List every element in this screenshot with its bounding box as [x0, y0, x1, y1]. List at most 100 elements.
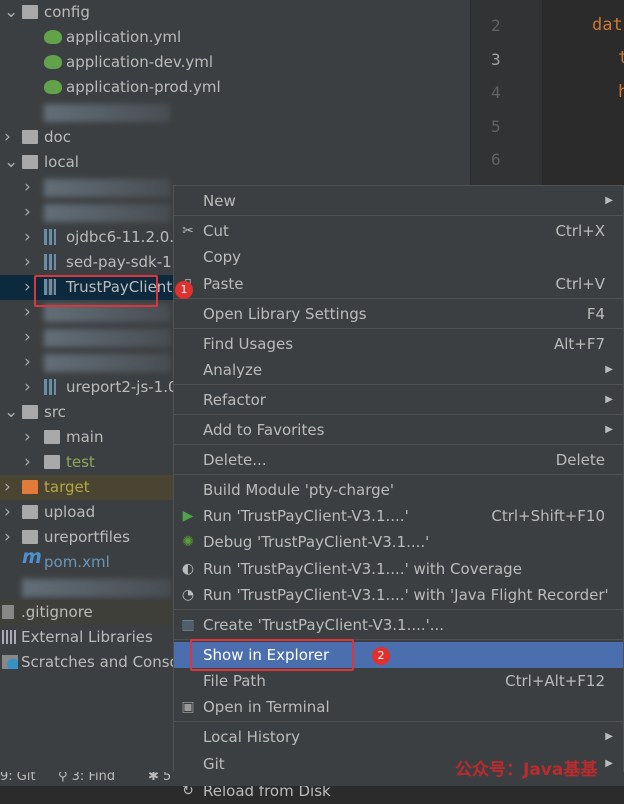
- chevron-right-icon[interactable]: ›: [24, 300, 31, 325]
- menu-item-file-path[interactable]: File Path Ctrl+Alt+F12: [174, 668, 623, 694]
- menu-item-open-library-settings[interactable]: Open Library Settings F4: [174, 301, 623, 327]
- tree-item[interactable]: ⌄ config: [0, 0, 470, 25]
- menu-item-label: Copy: [203, 248, 242, 266]
- debug-icon: ✺: [182, 534, 194, 550]
- menu-item-local-history[interactable]: Local History ▶: [174, 724, 623, 750]
- chevron-right-icon[interactable]: ›: [24, 225, 31, 250]
- libraries-icon: [2, 630, 18, 644]
- spring-yml-icon: [44, 80, 62, 94]
- tree-item-label: .gitignore: [21, 603, 93, 621]
- maven-icon: m: [22, 546, 42, 568]
- chevron-right-icon[interactable]: ›: [4, 125, 11, 150]
- code-text: dat: [592, 15, 623, 35]
- menu-item-run-trustpayclient-v3-1[interactable]: ▶ Run 'TrustPayClient-V3.1....' Ctrl+Shift…: [174, 503, 623, 529]
- menu-item-new[interactable]: New ▶: [174, 188, 623, 214]
- chevron-right-icon[interactable]: ›: [24, 325, 31, 350]
- menu-item-label: Delete...: [203, 451, 267, 469]
- menu-item-label: Run 'TrustPayClient-V3.1....' with 'Java…: [203, 586, 609, 604]
- blurred-label: [44, 354, 170, 372]
- step-badge-1: 1: [175, 281, 193, 299]
- jar-icon: [44, 254, 56, 270]
- folder-excluded-icon: [22, 480, 38, 494]
- menu-item-copy[interactable]: Copy: [174, 244, 623, 270]
- line-number: 2: [491, 16, 501, 35]
- menu-item-label: Find Usages: [203, 335, 294, 353]
- find-label: 3: Find: [71, 772, 116, 784]
- tree-item[interactable]: ⌄ local: [0, 150, 470, 175]
- submenu-arrow-icon: ▶: [605, 364, 613, 375]
- chevron-down-icon[interactable]: ⌄: [4, 0, 18, 25]
- chevron-right-icon[interactable]: ›: [4, 500, 11, 525]
- menu-item-analyze[interactable]: Analyze ▶: [174, 357, 623, 383]
- profiler-icon: ◔: [181, 587, 195, 603]
- menu-item-refactor[interactable]: Refactor ▶: [174, 387, 623, 413]
- highlight-box-trustpayclient: [34, 275, 158, 307]
- chevron-right-icon[interactable]: ›: [24, 250, 31, 275]
- menu-item-find-usages[interactable]: Find Usages Alt+F7: [174, 331, 623, 357]
- menu-item-debug-trustpayclient-v3-1[interactable]: ✺ Debug 'TrustPayClient-V3.1....': [174, 529, 623, 555]
- chevron-right-icon[interactable]: ›: [24, 375, 31, 400]
- menu-separator: [174, 721, 623, 722]
- menu-item-run-trustpayclient-v3-1-with-coverage[interactable]: ◐ Run 'TrustPayClient-V3.1....' with Cove…: [174, 556, 623, 582]
- tree-item[interactable]: application-prod.yml: [0, 75, 470, 100]
- git-tool-tab[interactable]: 9: Git: [0, 772, 36, 784]
- highlight-box-show-in-explorer: [190, 639, 354, 671]
- tree-item[interactable]: [0, 100, 470, 125]
- menu-item-open-in-terminal[interactable]: ▣ Open in Terminal: [174, 694, 623, 720]
- blurred-label: [44, 204, 170, 222]
- menu-item-shortcut: Ctrl+Shift+F10: [491, 507, 605, 525]
- menu-item-label: Run 'TrustPayClient-V3.1....' with Cover…: [203, 560, 522, 578]
- menu-separator: [174, 215, 623, 216]
- folder-icon: [44, 430, 60, 444]
- tree-item-label: upload: [44, 503, 96, 521]
- menu-item-label: File Path: [203, 672, 266, 690]
- blurred-label: [44, 329, 170, 347]
- menu-item-label: Create 'TrustPayClient-V3.1....'...: [203, 616, 445, 634]
- chevron-right-icon[interactable]: ›: [24, 450, 31, 475]
- menu-item-cut[interactable]: ✂ Cut Ctrl+X: [174, 218, 623, 244]
- menu-item-label: Cut: [203, 222, 229, 240]
- menu-item-label: Run 'TrustPayClient-V3.1....': [203, 507, 409, 525]
- chevron-down-icon[interactable]: ⌄: [4, 400, 18, 425]
- submenu-arrow-icon: ▶: [605, 424, 613, 435]
- watermark: 公众号：Java基基: [455, 760, 598, 780]
- menu-item-label: Debug 'TrustPayClient-V3.1....': [203, 533, 430, 551]
- folder-icon: [44, 455, 60, 469]
- tree-item[interactable]: › doc: [0, 125, 470, 150]
- run-config-icon: ▥: [181, 617, 195, 633]
- blurred-label: [44, 179, 170, 197]
- chevron-right-icon[interactable]: ›: [24, 200, 31, 225]
- menu-item-add-to-favorites[interactable]: Add to Favorites ▶: [174, 417, 623, 443]
- menu-item-label: Open in Terminal: [203, 698, 330, 716]
- menu-item-label: Refactor: [203, 391, 266, 409]
- menu-item-paste[interactable]: ▯PasteCtrl+V: [174, 271, 623, 297]
- find-tool-tab[interactable]: ⚲ 3: Find: [58, 772, 115, 784]
- tree-item-label: ojdbc6-11.2.0.: [66, 228, 175, 246]
- chevron-right-icon[interactable]: ›: [4, 525, 11, 550]
- menu-item-shortcut: F4: [586, 305, 605, 323]
- tree-item[interactable]: application.yml: [0, 25, 470, 50]
- chevron-right-icon[interactable]: ›: [24, 350, 31, 375]
- chevron-right-icon[interactable]: ›: [24, 425, 31, 450]
- menu-separator: [174, 298, 623, 299]
- menu-item-create-trustpayclient-v3-1[interactable]: ▥ Create 'TrustPayClient-V3.1....'...: [174, 612, 623, 638]
- menu-item-delete[interactable]: Delete... Delete: [174, 447, 623, 473]
- jar-icon: [44, 379, 56, 395]
- tree-item-label: application.yml: [66, 28, 182, 46]
- debug-tool-tab[interactable]: ✱ 5: [148, 772, 171, 784]
- tree-item-label: application-prod.yml: [66, 78, 221, 96]
- menu-item-build-module-pty-charge[interactable]: Build Module 'pty-charge': [174, 477, 623, 503]
- line-number: 5: [491, 116, 501, 136]
- tree-item[interactable]: application-dev.yml: [0, 50, 470, 75]
- chevron-right-icon[interactable]: ›: [4, 475, 11, 500]
- chevron-right-icon[interactable]: ›: [24, 275, 31, 300]
- tree-item-label: sed-pay-sdk-1.: [66, 253, 177, 271]
- menu-item-run-trustpayclient-v3-1-with-java-flight-recorder[interactable]: ◔ Run 'TrustPayClient-V3.1....' with 'Jav…: [174, 582, 623, 608]
- tree-item-label: main: [66, 428, 104, 446]
- chevron-right-icon[interactable]: ›: [24, 175, 31, 200]
- tree-item-label: ureportfiles: [44, 528, 130, 546]
- tree-item-label: config: [44, 3, 90, 21]
- menu-item-label: Add to Favorites: [203, 421, 325, 439]
- folder-icon: [22, 155, 38, 169]
- chevron-down-icon[interactable]: ⌄: [4, 150, 18, 175]
